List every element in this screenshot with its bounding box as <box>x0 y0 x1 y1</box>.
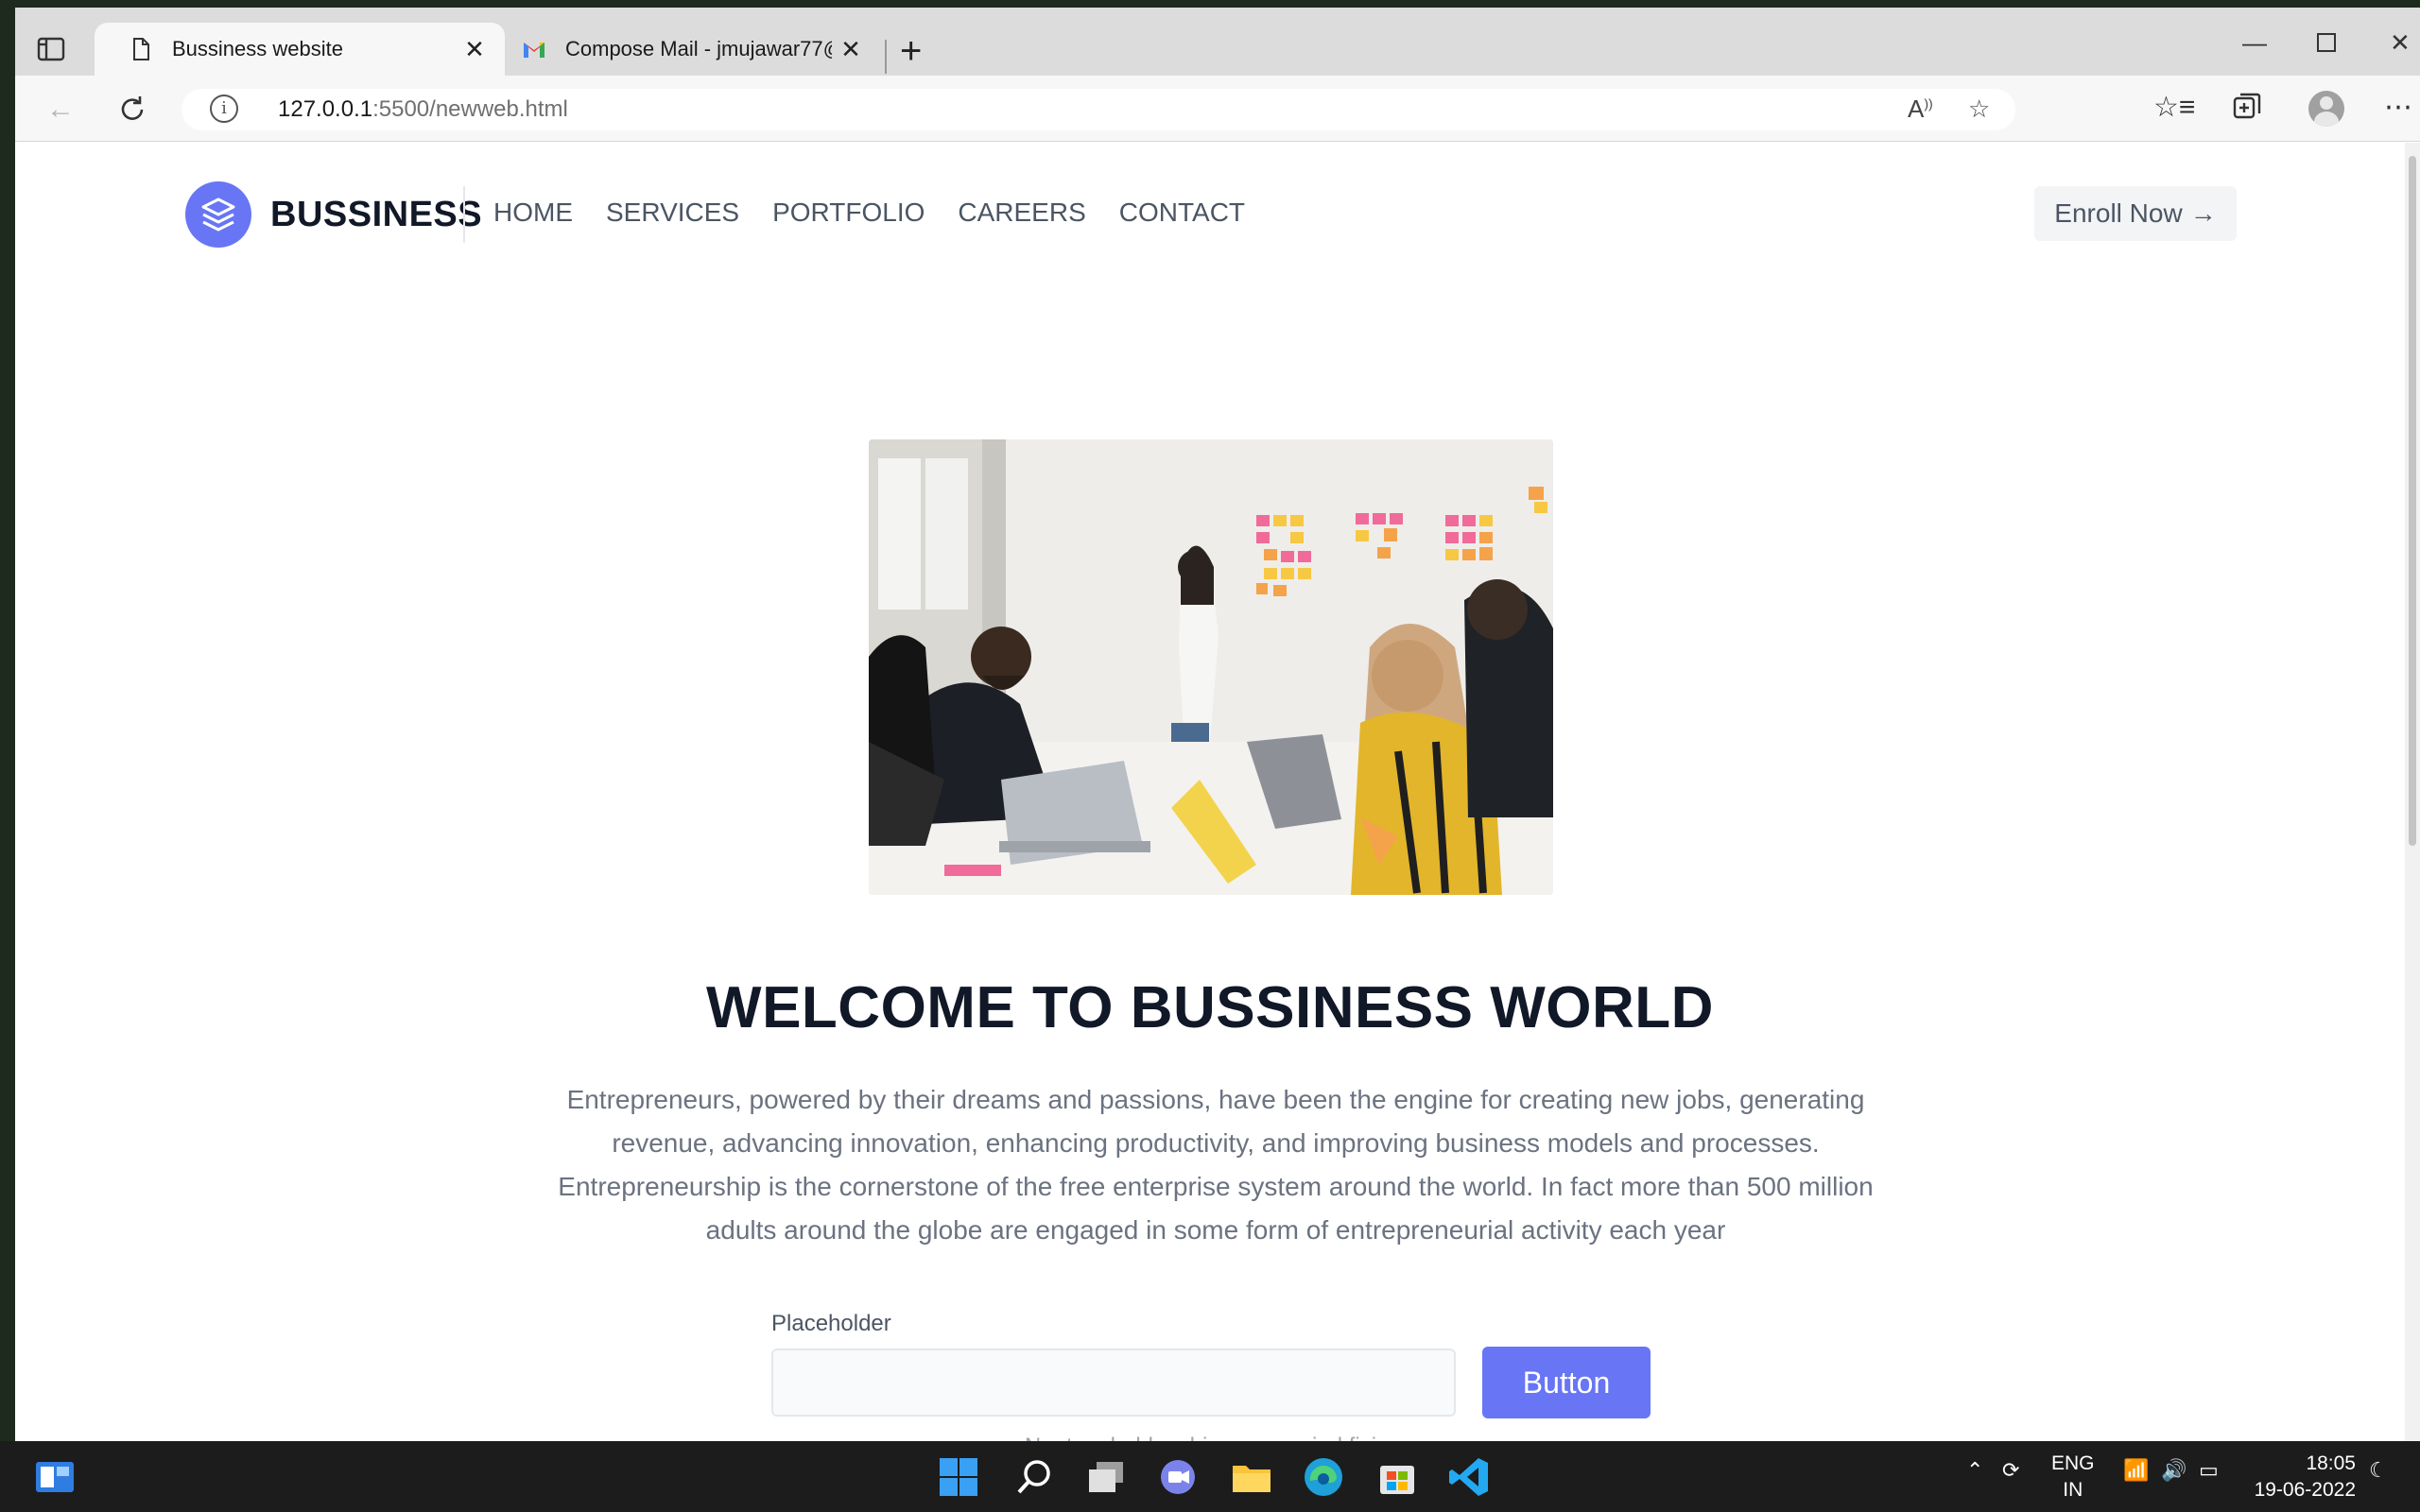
favorites-icon[interactable]: ☆≡ <box>2153 91 2195 124</box>
tray-overflow-icon[interactable]: ⌃ <box>1966 1458 1983 1483</box>
url-path: :5500/newweb.html <box>372 96 568 122</box>
tab-title: Bussiness website <box>172 37 343 60</box>
page-icon <box>133 38 149 60</box>
refresh-icon[interactable] <box>115 93 149 127</box>
windows-taskbar: ⌃ ⟳ ENG IN 📶 🔊 ▭ 18:05 19-06-2022 ☾ <box>0 1441 2420 1512</box>
vscode-icon[interactable] <box>1446 1454 1492 1500</box>
close-window-icon[interactable]: ✕ <box>2390 28 2411 58</box>
tab-strip: Bussiness website ✕ Compose Mail - jmuja… <box>15 8 2420 76</box>
widgets-icon[interactable] <box>32 1454 78 1500</box>
new-tab-icon[interactable]: + <box>900 32 922 70</box>
hero-title: WELCOME TO BUSSINESS WORLD <box>706 975 1714 1040</box>
start-icon[interactable] <box>936 1454 981 1500</box>
nav-portfolio[interactable]: PORTFOLIO <box>772 198 925 228</box>
address-bar[interactable]: i 127.0.0.1:5500/newweb.html A)) ☆ <box>182 89 2015 130</box>
brand-divider <box>463 186 465 243</box>
url-host: 127.0.0.1 <box>278 96 373 122</box>
lang-code: ENG <box>2051 1452 2095 1474</box>
nav-services[interactable]: SERVICES <box>606 198 739 228</box>
browser-window: Bussiness website ✕ Compose Mail - jmuja… <box>15 8 2420 1441</box>
hero-paragraph: Entrepreneurs, powered by their dreams a… <box>558 1085 1874 1245</box>
enroll-now-button[interactable]: Enroll Now → <box>2034 186 2237 241</box>
profile-avatar[interactable] <box>2308 91 2344 127</box>
nav-careers[interactable]: CAREERS <box>958 198 1085 228</box>
hero-input-field[interactable] <box>771 1349 1456 1417</box>
main-nav: HOME SERVICES PORTFOLIO CAREERS CONTACT <box>493 198 1245 228</box>
arrow-right-icon: → <box>2189 198 2217 228</box>
region-code: IN <box>2063 1479 2083 1501</box>
enroll-label: Enroll Now <box>2054 198 2183 228</box>
clock-time: 18:05 <box>2306 1452 2356 1474</box>
tab-separator <box>885 40 887 74</box>
address-toolbar: ← i 127.0.0.1:5500/newweb.html A)) ☆ ☆≡ … <box>15 76 2420 142</box>
collections-icon[interactable] <box>2231 91 2263 123</box>
sync-icon[interactable]: ⟳ <box>2002 1458 2019 1483</box>
scrollbar-thumb[interactable] <box>2409 156 2416 846</box>
tab-bussiness-website[interactable]: Bussiness website ✕ <box>95 23 505 76</box>
edge-browser-icon[interactable] <box>1301 1454 1346 1500</box>
gmail-icon <box>524 43 544 58</box>
store-icon[interactable] <box>1374 1454 1420 1500</box>
page-scrollbar[interactable] <box>2405 143 2420 1441</box>
add-favorite-icon[interactable]: ☆ <box>1968 94 1990 124</box>
back-icon[interactable]: ← <box>43 93 78 127</box>
clock-date: 19-06-2022 <box>2254 1479 2356 1501</box>
close-tab-icon[interactable]: ✕ <box>832 35 870 64</box>
hero-submit-button[interactable]: Button <box>1482 1347 1651 1418</box>
volume-icon[interactable]: 🔊 <box>2161 1458 2187 1483</box>
task-view-icon[interactable] <box>1083 1454 1129 1500</box>
maximize-icon[interactable] <box>2316 32 2337 53</box>
file-explorer-icon[interactable] <box>1229 1454 1274 1500</box>
nav-contact[interactable]: CONTACT <box>1119 198 1245 228</box>
hero-image <box>869 439 1553 895</box>
page-viewport: BUSSINESS HOME SERVICES PORTFOLIO CAREER… <box>15 143 2405 1441</box>
read-aloud-icon[interactable]: A)) <box>1908 94 1933 124</box>
url-text[interactable]: 127.0.0.1:5500/newweb.html <box>278 96 568 123</box>
fine-print-text: Neutra shabby chic ramps, viral fixie. <box>15 1434 2405 1441</box>
tab-actions-icon[interactable] <box>36 34 66 64</box>
teams-chat-icon[interactable] <box>1155 1454 1201 1500</box>
logo-icon[interactable] <box>185 181 251 248</box>
field-label: Placeholder <box>771 1311 891 1336</box>
clock[interactable]: 18:05 19-06-2022 <box>2250 1451 2356 1503</box>
focus-assist-icon[interactable]: ☾ <box>2369 1458 2388 1483</box>
search-icon[interactable] <box>1011 1454 1057 1500</box>
wifi-icon[interactable]: 📶 <box>2123 1458 2149 1483</box>
battery-icon[interactable]: ▭ <box>2199 1458 2219 1483</box>
more-options-icon[interactable]: ⋯ <box>2384 91 2412 124</box>
close-tab-icon[interactable]: ✕ <box>456 35 493 64</box>
tab-title: Compose Mail - jmujawar77@gm <box>565 37 832 60</box>
site-info-icon[interactable]: i <box>210 94 238 123</box>
language-indicator[interactable]: ENG IN <box>2051 1451 2095 1503</box>
minimize-icon[interactable]: — <box>2242 28 2267 58</box>
nav-home[interactable]: HOME <box>493 198 573 228</box>
tab-compose-mail[interactable]: Compose Mail - jmujawar77@gm ✕ <box>505 23 881 76</box>
brand-name[interactable]: BUSSINESS <box>270 195 482 235</box>
